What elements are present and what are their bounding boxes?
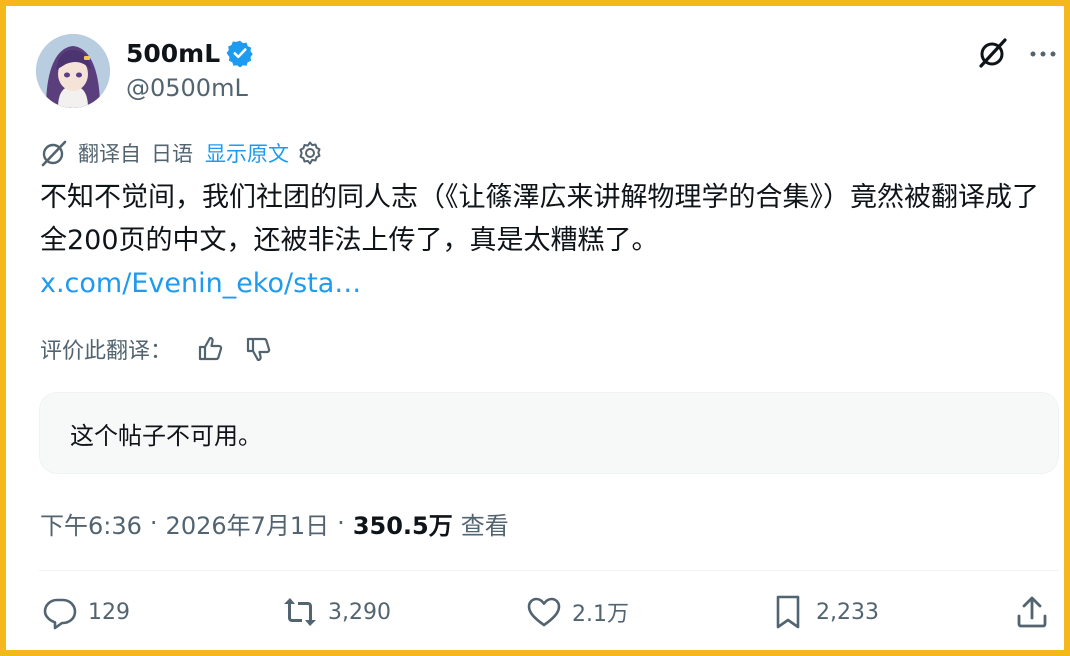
like-button[interactable]: 2.1万 [526, 592, 629, 632]
bookmark-count: 2,233 [816, 599, 879, 625]
reply-button[interactable]: 129 [42, 592, 130, 632]
author-handle[interactable]: @0500mL [126, 74, 248, 102]
thumbs-down-icon[interactable] [244, 335, 272, 363]
views-count[interactable]: 350.5万 [353, 506, 453, 541]
quoted-post-unavailable: 这个帖子不可用。 [39, 392, 1059, 474]
repost-icon [284, 598, 316, 626]
bookmark-icon [776, 595, 800, 629]
bookmark-button[interactable]: 2,233 [770, 592, 879, 632]
display-name[interactable]: 500mL [126, 39, 220, 68]
translated-from-label: 翻译自 [78, 142, 141, 166]
show-original-link[interactable]: 显示原文 [205, 138, 289, 168]
repost-count: 3,290 [328, 599, 391, 625]
heart-icon [527, 597, 561, 627]
verified-badge-icon [226, 40, 253, 67]
post-date[interactable]: 2026年7月1日 [166, 506, 330, 541]
avatar[interactable] [36, 34, 110, 108]
like-count: 2.1万 [572, 602, 629, 627]
more-options-icon[interactable] [1028, 42, 1058, 66]
source-language: 日语 [151, 142, 193, 166]
post-time[interactable]: 下午6:36 [40, 506, 142, 541]
rate-translation-row: 评价此翻译： [40, 332, 272, 366]
gear-icon[interactable] [297, 140, 323, 166]
author-name-row: 500mL [126, 36, 254, 70]
reply-icon [43, 598, 77, 630]
tweet-card: 500mL @0500mL 翻译自 日语 显示原文 不知不觉间，我们社团的同人志… [6, 6, 1064, 650]
tweet-body: 不知不觉间，我们社团的同人志（《让篠澤広来讲解物理学的合集》）竟然被翻译成了全2… [40, 176, 1060, 305]
unavailable-text: 这个帖子不可用。 [70, 421, 262, 450]
share-icon[interactable] [1014, 594, 1050, 630]
divider [39, 570, 1059, 571]
grok-translate-icon [41, 140, 67, 167]
tweet-meta: 下午6:36 · 2026年7月1日 · 350.5万 查看 [40, 506, 509, 540]
repost-button[interactable]: 3,290 [282, 592, 391, 632]
translation-bar: 翻译自 日语 显示原文 [40, 138, 323, 168]
grok-icon[interactable] [976, 36, 1010, 70]
tweet-text: 不知不觉间，我们社团的同人志（《让篠澤広来讲解物理学的合集》）竟然被翻译成了全2… [40, 182, 1039, 256]
thumbs-up-icon[interactable] [196, 335, 224, 363]
views-label: 查看 [460, 511, 509, 540]
meta-separator: · [337, 509, 345, 537]
rate-translation-label: 评价此翻译： [40, 339, 173, 364]
tweet-link[interactable]: x.com/Evenin_eko/sta… [40, 262, 1060, 305]
reply-count: 129 [88, 599, 130, 625]
meta-separator: · [149, 509, 158, 537]
